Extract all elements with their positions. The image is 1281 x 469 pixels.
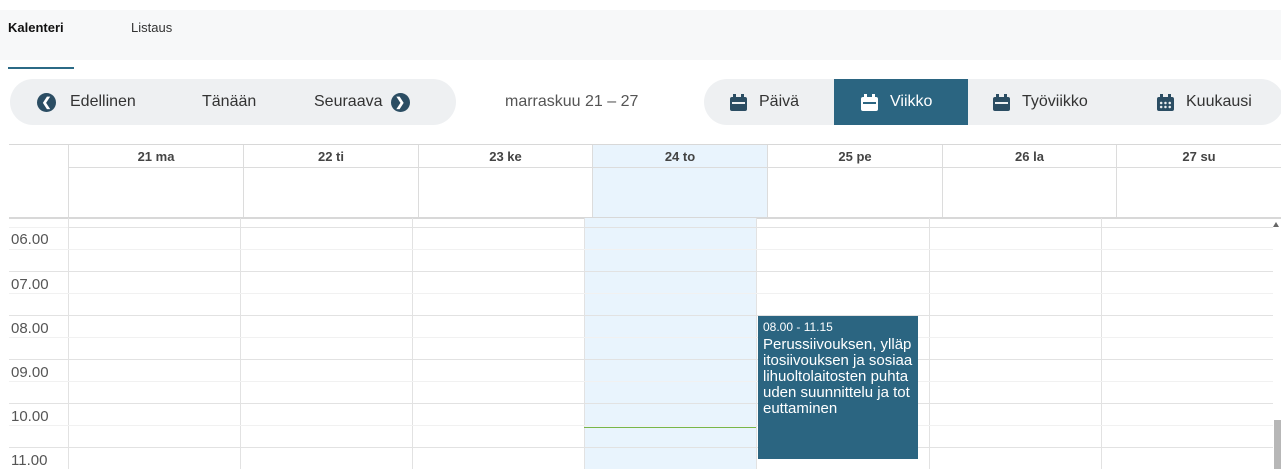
event-time: 08.00 - 11.15 — [763, 320, 833, 334]
column-divider — [584, 218, 585, 469]
week-header: 21 ma 22 ti 23 ke 24 to 25 pe 26 la 27 s… — [9, 144, 1281, 219]
today-button[interactable]: Tänään — [202, 79, 256, 125]
day-header[interactable]: 27 su — [1116, 145, 1281, 217]
view-day-label: Päivä — [759, 93, 800, 110]
calendar-day-icon — [730, 93, 747, 111]
view-month-button[interactable]: Kuukausi — [1157, 79, 1252, 125]
active-tab-indicator — [8, 67, 74, 69]
calendar-month-icon — [1157, 93, 1174, 111]
calendar-workweek-icon — [993, 93, 1010, 111]
column-divider — [240, 218, 241, 469]
today-column — [584, 218, 756, 469]
date-range-label: marraskuu 21 – 27 — [505, 93, 639, 110]
scrollbar-thumb[interactable] — [1274, 420, 1281, 469]
today-label: Tänään — [202, 93, 257, 110]
day-header[interactable]: 23 ke — [418, 145, 592, 217]
column-divider — [68, 218, 69, 469]
tab-kalenteri[interactable]: Kalenteri — [8, 20, 64, 35]
hour-label: 09.00 — [11, 364, 49, 381]
day-header[interactable]: 21 ma — [68, 145, 243, 217]
date-navigation: ❮ Edellinen Tänään Seuraava ❯ — [10, 79, 456, 125]
scroll-up-arrow-icon[interactable] — [1273, 222, 1279, 227]
next-label: Seuraava — [314, 93, 383, 110]
tab-listaus[interactable]: Listaus — [131, 20, 172, 35]
top-tab-bar: Kalenteri Listaus — [0, 10, 1281, 69]
time-grid[interactable]: 06.00 07.00 08.00 09.00 10.00 11.00 08.0… — [9, 218, 1273, 469]
hour-label: 08.00 — [11, 320, 49, 337]
view-week-label: Viikko — [890, 93, 933, 110]
event-title: Perussiivouksen, ylläpitosiivouksen ja s… — [763, 336, 913, 417]
column-divider — [929, 218, 930, 469]
previous-button[interactable]: ❮ Edellinen — [37, 79, 136, 125]
day-header[interactable]: 22 ti — [243, 145, 418, 217]
calendar-week-icon — [861, 93, 878, 111]
view-week-button[interactable]: Viikko — [834, 79, 968, 125]
day-header[interactable]: 25 pe — [767, 145, 942, 217]
view-workweek-button[interactable]: Työviikko — [993, 79, 1088, 125]
current-time-indicator — [584, 427, 756, 428]
view-month-label: Kuukausi — [1186, 93, 1252, 110]
hour-label: 06.00 — [11, 231, 49, 248]
next-button[interactable]: Seuraava ❯ — [314, 79, 410, 125]
day-header-today[interactable]: 24 to — [592, 145, 767, 217]
chevron-left-circle-icon: ❮ — [37, 92, 56, 112]
chevron-right-circle-icon: ❯ — [390, 92, 410, 112]
day-header[interactable]: 26 la — [942, 145, 1116, 217]
column-divider — [756, 218, 757, 469]
hour-label: 07.00 — [11, 276, 49, 293]
column-divider — [412, 218, 413, 469]
hour-label: 10.00 — [11, 408, 49, 425]
view-workweek-label: Työviikko — [1022, 93, 1088, 110]
view-day-button[interactable]: Päivä — [730, 79, 799, 125]
calendar-event[interactable]: 08.00 - 11.15 Perussiivouksen, ylläpitos… — [758, 316, 918, 459]
column-divider — [1101, 218, 1102, 469]
hour-label: 11.00 — [11, 452, 48, 469]
previous-label: Edellinen — [70, 93, 136, 110]
